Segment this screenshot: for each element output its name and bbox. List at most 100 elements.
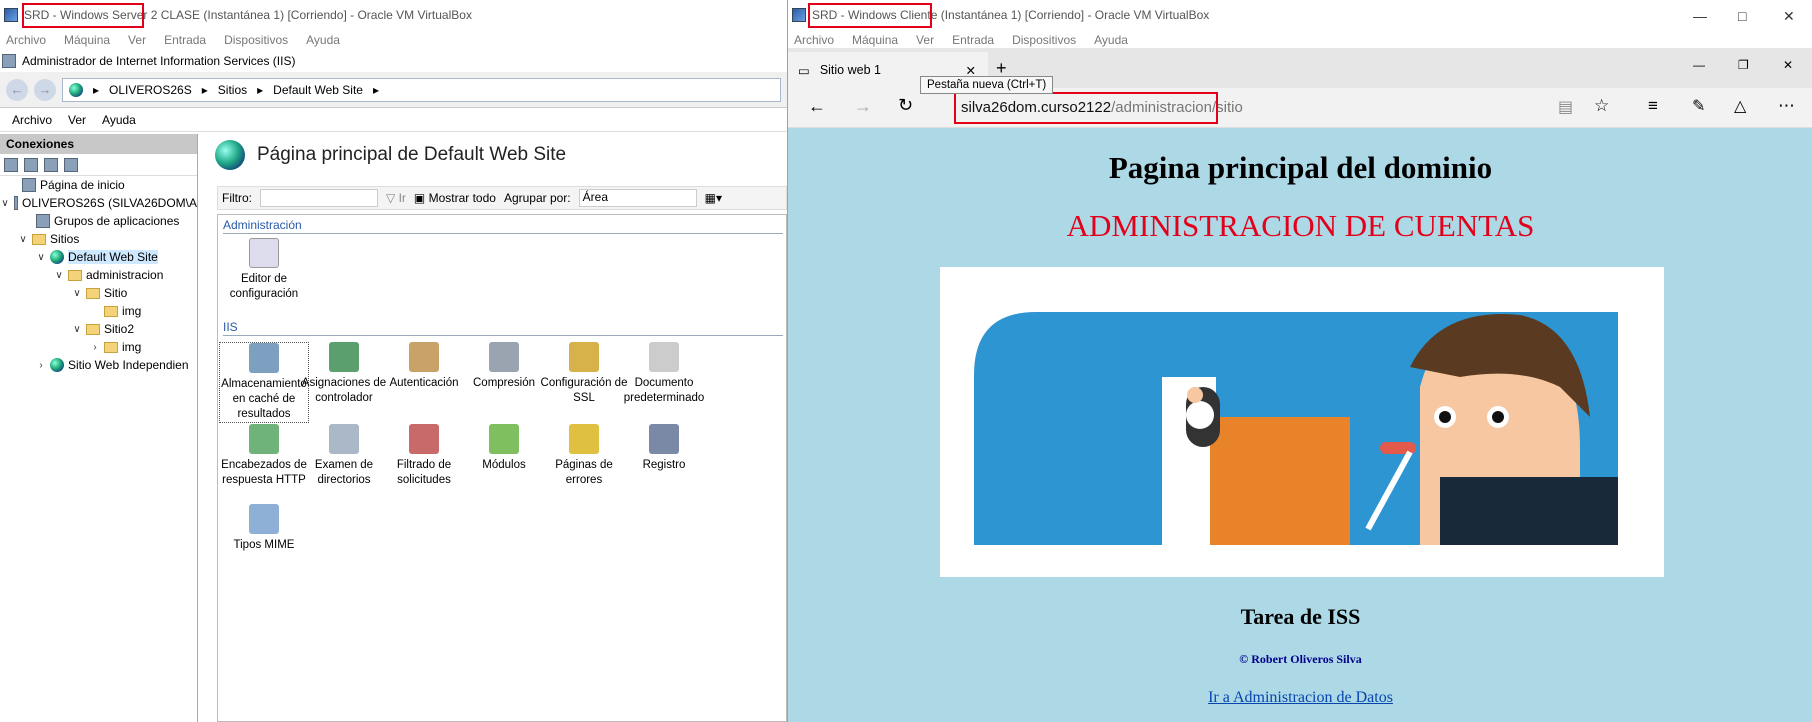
menu-maquina[interactable]: Máquina — [64, 33, 110, 47]
minimize-icon[interactable]: — — [1693, 8, 1707, 24]
menu-ayuda[interactable]: Ayuda — [1094, 33, 1128, 47]
tree-label: img — [122, 340, 142, 354]
menu-dispositivos[interactable]: Dispositivos — [224, 33, 288, 47]
page-heading: Pagina principal del dominio — [1108, 150, 1493, 185]
feature-label: Documento predeterminado — [623, 377, 705, 404]
forward-icon[interactable]: → — [854, 96, 872, 117]
section-admin[interactable]: Administración — [223, 218, 783, 234]
chevron-down-icon[interactable]: ∨ — [54, 270, 64, 281]
feature-item[interactable]: Módulos — [459, 424, 549, 473]
reading-view-icon[interactable]: ▤ — [1558, 97, 1573, 117]
feature-item[interactable]: Documento predeterminado — [619, 342, 709, 406]
chevron-down-icon[interactable]: ∨ — [72, 324, 82, 335]
tree-item[interactable]: img — [0, 302, 197, 320]
disconnect-icon[interactable] — [64, 157, 78, 172]
feature-label: Configuración de SSL — [540, 377, 628, 404]
menu-ayuda[interactable]: Ayuda — [306, 33, 340, 47]
feature-label: Almacenamiento en caché de resultados — [221, 378, 307, 420]
tree-item[interactable]: ∨ Sitio2 — [0, 320, 197, 338]
tree-item[interactable]: ∨ Default Web Site — [0, 248, 197, 266]
chevron-down-icon[interactable]: ∨ — [72, 288, 82, 299]
menu-maquina[interactable]: Máquina — [852, 33, 898, 47]
iis-menu-ver[interactable]: Ver — [68, 113, 86, 127]
favorite-star-icon[interactable]: ☆ — [1594, 96, 1609, 116]
menu-archivo[interactable]: Archivo — [794, 33, 834, 47]
breadcrumb-server[interactable]: OLIVEROS26S — [109, 83, 192, 97]
tree-item[interactable]: ∨ Sitio — [0, 284, 197, 302]
close-icon[interactable]: ✕ — [1783, 8, 1795, 25]
menu-ver[interactable]: Ver — [128, 33, 146, 47]
chevron-right-icon[interactable]: › — [36, 360, 46, 371]
tree-label-selected: Default Web Site — [68, 250, 158, 264]
highlight-box — [954, 92, 1218, 124]
share-icon[interactable]: △ — [1734, 96, 1746, 116]
chevron-right-icon: ▸ — [372, 82, 380, 97]
breadcrumb-site[interactable]: Default Web Site — [273, 83, 363, 97]
chevron-right-icon[interactable]: › — [90, 342, 100, 353]
admin-data-link[interactable]: Ir a Administracion de Datos — [788, 689, 1812, 707]
filter-input[interactable] — [260, 189, 378, 207]
feature-item[interactable]: Asignaciones de controlador — [299, 342, 389, 406]
more-icon[interactable]: ⋯ — [1778, 96, 1795, 116]
feature-icon — [489, 424, 519, 454]
chevron-down-icon[interactable]: ∨ — [0, 198, 10, 209]
maximize-icon[interactable]: □ — [1738, 8, 1746, 24]
tree-item[interactable]: Grupos de aplicaciones — [0, 212, 197, 230]
feature-item[interactable]: Compresión — [459, 342, 549, 391]
feature-label: Examen de directorios — [314, 459, 374, 486]
feature-item[interactable]: Tipos MIME — [219, 504, 309, 553]
tree-item[interactable]: ∨ Sitios — [0, 230, 197, 248]
feature-label: Encabezados de respuesta HTTP — [221, 459, 307, 486]
app-pool-icon — [36, 214, 50, 228]
feature-item[interactable]: Autenticación — [379, 342, 469, 391]
feature-item[interactable]: Páginas de errores — [539, 424, 629, 488]
tree-item[interactable]: ∨ administracion — [0, 266, 197, 284]
chevron-right-icon: ▸ — [93, 82, 100, 97]
save-icon[interactable] — [24, 157, 38, 172]
tree-item[interactable]: › Sitio Web Independien — [0, 356, 197, 374]
back-icon[interactable]: ← — [808, 96, 826, 117]
feature-label: Módulos — [482, 459, 526, 471]
menu-entrada[interactable]: Entrada — [164, 33, 206, 47]
chevron-down-icon[interactable]: ∨ — [18, 234, 28, 245]
show-all-button[interactable]: ▣ Mostrar todo — [414, 191, 496, 205]
tree-item[interactable]: ∨ OLIVEROS26S (SILVA26DOM\A — [0, 194, 197, 212]
folder-icon — [86, 323, 100, 335]
back-icon[interactable]: ← — [6, 78, 28, 101]
tree-item[interactable]: Página de inicio — [0, 176, 197, 194]
minimize-icon[interactable]: — — [1693, 58, 1705, 72]
connect-icon[interactable] — [4, 157, 18, 172]
breadcrumb[interactable]: ▸ OLIVEROS26S ▸ Sitios ▸ Default Web Sit… — [62, 77, 781, 102]
iis-menu-ayuda[interactable]: Ayuda — [102, 113, 136, 127]
menu-ver[interactable]: Ver — [916, 33, 934, 47]
section-iis[interactable]: IIS — [223, 320, 783, 336]
view-mode-icon[interactable]: ▦▾ — [705, 191, 722, 205]
breadcrumb-sites[interactable]: Sitios — [218, 83, 247, 97]
close-icon[interactable]: ✕ — [1783, 58, 1793, 72]
web-note-icon[interactable]: ✎ — [1692, 96, 1705, 116]
feature-item[interactable]: Registro — [619, 424, 709, 473]
feature-label: Páginas de errores — [555, 459, 613, 486]
feature-item[interactable]: Examen de directorios — [299, 424, 389, 488]
feature-item[interactable]: Encabezados de respuesta HTTP — [219, 424, 309, 488]
refresh-icon[interactable]: ↻ — [898, 95, 913, 116]
tree-item[interactable]: › img — [0, 338, 197, 356]
feature-item[interactable]: Configuración de SSL — [539, 342, 629, 406]
feature-item[interactable]: Almacenamiento en caché de resultados — [219, 342, 309, 423]
menu-entrada[interactable]: Entrada — [952, 33, 994, 47]
restore-icon[interactable]: ❐ — [1738, 58, 1749, 72]
hub-icon[interactable]: ≡ — [1648, 96, 1658, 116]
group-by-select[interactable]: Área — [578, 189, 697, 207]
iis-menu-archivo[interactable]: Archivo — [12, 113, 52, 127]
forward-icon[interactable]: → — [34, 78, 56, 101]
iis-address-bar: ← → ▸ OLIVEROS26S ▸ Sitios ▸ Default Web… — [0, 72, 787, 108]
chevron-down-icon[interactable]: ∨ — [36, 252, 46, 263]
menu-dispositivos[interactable]: Dispositivos — [1012, 33, 1076, 47]
feature-editor[interactable]: Editor de configuración — [219, 238, 309, 302]
up-folder-icon[interactable] — [44, 157, 58, 172]
folder-icon — [104, 341, 118, 353]
filter-bar: Filtro: ▽ Ir ▣ Mostrar todo Agrupar por:… — [217, 186, 787, 210]
filter-go-button[interactable]: ▽ Ir — [386, 191, 406, 205]
feature-item[interactable]: Filtrado de solicitudes — [379, 424, 469, 488]
menu-archivo[interactable]: Archivo — [6, 33, 46, 47]
